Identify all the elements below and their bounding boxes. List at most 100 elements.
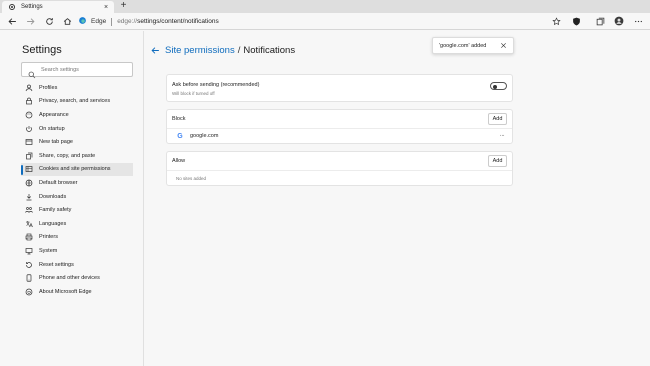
- block-add-button[interactable]: Add: [488, 113, 507, 125]
- sidebar-item-label: Share, copy, and paste: [39, 152, 96, 159]
- sidebar-nav: Profiles Privacy, search, and services App…: [21, 81, 133, 299]
- site-name: google.com: [190, 133, 219, 139]
- person-icon: [25, 84, 33, 92]
- sidebar-item-family-safety[interactable]: Family safety: [21, 203, 133, 217]
- back-arrow-icon[interactable]: [150, 46, 160, 56]
- sidebar-item-system[interactable]: System: [21, 244, 133, 258]
- edge-logo-icon: [78, 16, 87, 27]
- list-item: G google.com ···: [167, 129, 512, 143]
- shield-icon[interactable]: [570, 15, 582, 27]
- share-icon: [25, 152, 33, 160]
- sidebar-item-label: On startup: [39, 125, 65, 132]
- breadcrumb-site-permissions[interactable]: Site permissions: [165, 45, 235, 56]
- sidebar-item-phone-and-other-devices[interactable]: Phone and other devices: [21, 271, 133, 285]
- sidebar-item-share-copy-and-paste[interactable]: Share, copy, and paste: [21, 149, 133, 163]
- search-input[interactable]: [41, 66, 131, 73]
- sidebar-item-printers[interactable]: Printers: [21, 231, 133, 245]
- block-header: Block: [172, 116, 186, 122]
- address-url-host: edge://: [117, 18, 138, 25]
- sidebar-item-downloads[interactable]: Downloads: [21, 190, 133, 204]
- download-icon: [25, 193, 33, 201]
- sidebar-item-label: Printers: [39, 234, 58, 241]
- collections-icon[interactable]: [594, 15, 606, 27]
- sidebar-item-cookies-and-site-permissions[interactable]: Cookies and site permissions: [21, 162, 133, 177]
- sidebar-item-label: New tab page: [39, 139, 73, 146]
- sidebar-item-label: Appearance: [39, 111, 69, 118]
- newtab-icon: [25, 138, 33, 146]
- edge-icon: [25, 288, 33, 296]
- more-actions-icon[interactable]: ···: [497, 133, 507, 139]
- sidebar-item-default-browser[interactable]: Default browser: [21, 176, 133, 190]
- tab-close-button[interactable]: ×: [101, 2, 111, 12]
- sidebar-item-privacy-search-and-services[interactable]: Privacy, search, and services: [21, 95, 133, 109]
- notification-toast: 'google.com' added: [432, 37, 514, 54]
- sidebar-item-label: Privacy, search, and services: [39, 98, 111, 105]
- toolbar: Edge edge:// settings/content/notificati…: [0, 13, 650, 30]
- allow-add-button[interactable]: Add: [488, 155, 507, 167]
- address-url-path: settings/content/notifications: [137, 18, 219, 25]
- divider: [167, 170, 512, 171]
- address-separator: [111, 17, 113, 26]
- ask-before-sending-subtitle: Will block if turned off: [172, 91, 215, 96]
- favorite-star-icon[interactable]: [550, 15, 562, 27]
- more-menu-icon[interactable]: [632, 15, 644, 27]
- google-favicon-icon: G: [177, 132, 183, 140]
- language-icon: [25, 220, 33, 228]
- sidebar-item-profiles[interactable]: Profiles: [21, 81, 133, 95]
- sidebar-item-label: Cookies and site permissions: [39, 166, 111, 173]
- gear-icon: [7, 2, 17, 12]
- sidebar-item-label: About Microsoft Edge: [39, 288, 92, 295]
- page-title: Notifications: [243, 45, 296, 56]
- system-icon: [25, 247, 33, 255]
- refresh-icon[interactable]: [43, 15, 55, 27]
- settings-sidebar: Settings Profiles Privacy, search, and se…: [0, 31, 144, 366]
- browser-icon: [25, 179, 33, 187]
- allow-empty-text: No sites added: [176, 176, 207, 181]
- lock-icon: [25, 97, 33, 105]
- new-tab-button[interactable]: +: [118, 1, 129, 12]
- sidebar-item-label: Phone and other devices: [39, 275, 100, 282]
- sidebar-item-about-microsoft-edge[interactable]: About Microsoft Edge: [21, 285, 133, 299]
- sidebar-item-new-tab-page[interactable]: New tab page: [21, 135, 133, 149]
- sidebar-item-languages[interactable]: Languages: [21, 217, 133, 231]
- sidebar-item-on-startup[interactable]: On startup: [21, 122, 133, 136]
- breadcrumb: Site permissions / Notifications: [150, 45, 295, 56]
- main-content: Site permissions / Notifications 'google…: [145, 31, 650, 366]
- power-icon: [25, 125, 33, 133]
- ask-before-sending-card: Ask before sending (recommended) Will bl…: [166, 74, 513, 102]
- reset-icon: [25, 261, 33, 269]
- toggle-knob: [493, 84, 497, 89]
- close-icon[interactable]: [498, 41, 508, 51]
- forward-icon[interactable]: [24, 15, 36, 27]
- sidebar-item-label: Default browser: [39, 179, 78, 186]
- printer-icon: [25, 233, 33, 241]
- ask-before-sending-toggle[interactable]: [490, 82, 507, 90]
- allow-card: Allow Add No sites added: [166, 151, 513, 186]
- sidebar-item-reset-settings[interactable]: Reset settings: [21, 258, 133, 272]
- sidebar-item-label: Profiles: [39, 84, 58, 91]
- home-icon[interactable]: [61, 15, 73, 27]
- back-icon[interactable]: [6, 15, 18, 27]
- breadcrumb-separator: /: [237, 45, 241, 56]
- phone-icon: [25, 274, 33, 282]
- toast-message: 'google.com' added: [439, 42, 487, 49]
- address-brand: Edge: [91, 18, 107, 25]
- sidebar-item-label: System: [39, 247, 58, 254]
- sidebar-item-label: Reset settings: [39, 261, 74, 268]
- tab-settings[interactable]: Settings ×: [2, 1, 114, 13]
- cookie-icon: [25, 165, 33, 173]
- sidebar-item-label: Family safety: [39, 207, 72, 214]
- sidebar-title: Settings: [22, 44, 62, 56]
- sidebar-item-label: Languages: [39, 220, 67, 227]
- sidebar-item-label: Downloads: [39, 193, 67, 200]
- sidebar-item-appearance[interactable]: Appearance: [21, 108, 133, 122]
- search-icon: [28, 66, 36, 78]
- block-card: Block Add G google.com ···: [166, 109, 513, 144]
- family-icon: [25, 206, 33, 214]
- profile-avatar[interactable]: [613, 15, 625, 27]
- tab-strip: Settings × +: [0, 0, 650, 13]
- search-box[interactable]: [21, 62, 133, 78]
- tab-title: Settings: [21, 4, 43, 10]
- address-bar[interactable]: Edge edge:// settings/content/notificati…: [78, 15, 540, 28]
- ask-before-sending-label: Ask before sending (recommended): [172, 82, 260, 88]
